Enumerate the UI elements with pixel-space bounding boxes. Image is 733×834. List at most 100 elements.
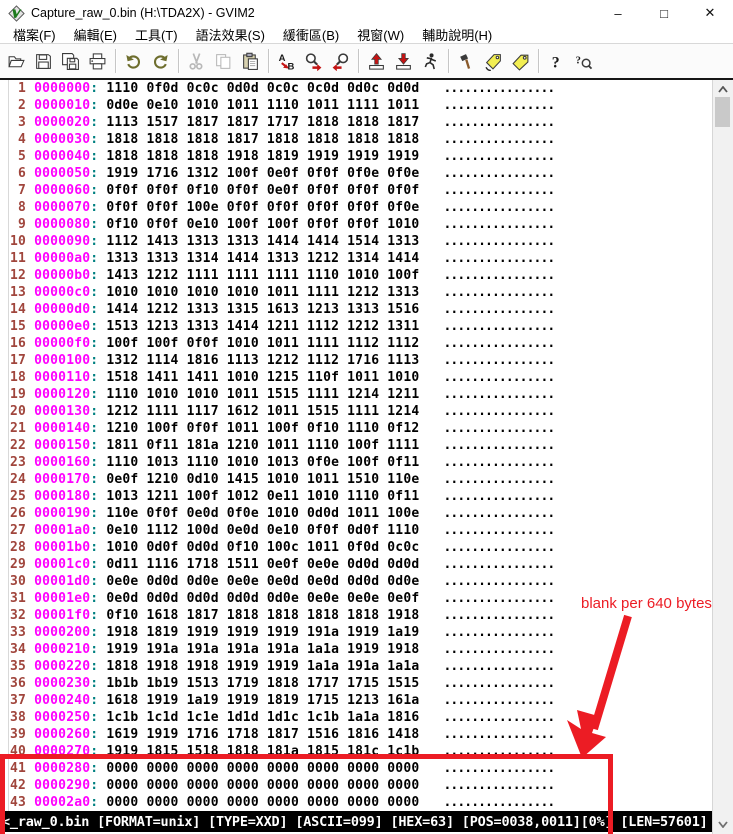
menu-item-0[interactable]: 檔案(F) (4, 25, 65, 44)
toolbar-run-script-button[interactable] (417, 48, 444, 75)
address-separator: : (90, 217, 99, 232)
toolbar-find-prev-button[interactable] (327, 48, 354, 75)
hex-row[interactable]: 10 0000090: 1112 1413 1313 1313 1414 141… (0, 233, 712, 250)
address-separator: : (90, 489, 99, 504)
maximize-button[interactable]: □ (641, 0, 687, 26)
toolbar-help-button[interactable]: ? (543, 48, 570, 75)
toolbar-build-tags-button[interactable] (480, 48, 507, 75)
run-script-icon (424, 52, 437, 69)
hex-row[interactable]: 2 0000010: 0d0e 0e10 1010 1011 1110 1011… (0, 97, 712, 114)
hex-bytes: 0000 0000 0000 0000 0000 0000 0000 0000 (106, 761, 420, 776)
address-separator: : (90, 370, 99, 385)
hex-row[interactable]: 35 0000220: 1818 1918 1918 1919 1919 1a1… (0, 658, 712, 675)
toolbar-save-button[interactable] (30, 48, 57, 75)
hex-row[interactable]: 42 0000290: 0000 0000 0000 0000 0000 000… (0, 777, 712, 794)
menu-item-3[interactable]: 語法效果(S) (187, 25, 274, 44)
scroll-up-icon[interactable] (713, 82, 733, 96)
address-separator: : (90, 455, 99, 470)
toolbar-make-button[interactable] (453, 48, 480, 75)
hex-row[interactable]: 7 0000060: 0f0f 0f0f 0f10 0f0f 0e0f 0f0f… (0, 182, 712, 199)
menu-item-1[interactable]: 編輯(E) (65, 25, 126, 44)
toolbar-undo-button[interactable] (120, 48, 147, 75)
open-icon (8, 55, 25, 67)
hex-bytes: 1312 1114 1816 1113 1212 1112 1716 1113 (106, 353, 420, 368)
toolbar-save-all-button[interactable] (57, 48, 84, 75)
scrollbar-thumb[interactable] (715, 97, 730, 127)
hex-row[interactable]: 9 0000080: 0f10 0f0f 0e10 100f 100f 0f0f… (0, 216, 712, 233)
menu-item-2[interactable]: 工具(T) (126, 25, 187, 44)
ascii-column: ................ (443, 727, 555, 742)
hex-row[interactable]: 6 0000050: 1919 1716 1312 100f 0e0f 0f0f… (0, 165, 712, 182)
line-number: 3 (10, 115, 27, 130)
find-next-icon (305, 52, 322, 71)
hex-row[interactable]: 33 0000200: 1918 1819 1919 1919 1919 191… (0, 624, 712, 641)
hex-row[interactable]: 8 0000070: 0f0f 0f0f 100e 0f0f 0f0f 0f0f… (0, 199, 712, 216)
toolbar-print-button[interactable] (84, 48, 111, 75)
scroll-down-icon[interactable] (713, 817, 733, 831)
hex-row[interactable]: 39 0000260: 1619 1919 1716 1718 1817 151… (0, 726, 712, 743)
hex-row[interactable]: 11 00000a0: 1313 1313 1314 1414 1313 121… (0, 250, 712, 267)
hex-row[interactable]: 20 0000130: 1212 1111 1117 1612 1011 151… (0, 403, 712, 420)
hex-dump-area[interactable]: 1 0000000: 1110 0f0d 0c0c 0d0d 0c0c 0c0d… (0, 80, 712, 811)
vertical-scrollbar[interactable] (712, 80, 733, 834)
hex-row[interactable]: 36 0000230: 1b1b 1b19 1513 1719 1818 171… (0, 675, 712, 692)
hex-row[interactable]: 22 0000150: 1811 0f11 181a 1210 1011 111… (0, 437, 712, 454)
toolbar-open-button[interactable] (3, 48, 30, 75)
hex-row[interactable]: 23 0000160: 1110 1013 1110 1010 1013 0f0… (0, 454, 712, 471)
hex-row[interactable]: 28 00001b0: 1010 0d0f 0d0d 0f10 100c 101… (0, 539, 712, 556)
hex-row[interactable]: 27 00001a0: 0e10 1112 100d 0e0d 0e10 0f0… (0, 522, 712, 539)
hex-row[interactable]: 21 0000140: 1210 100f 0f0f 1011 100f 0f1… (0, 420, 712, 437)
hex-row[interactable]: 4 0000030: 1818 1818 1818 1817 1818 1818… (0, 131, 712, 148)
hex-row[interactable]: 14 00000d0: 1414 1212 1313 1315 1613 121… (0, 301, 712, 318)
hex-row[interactable]: 16 00000f0: 100f 100f 0f0f 1010 1011 111… (0, 335, 712, 352)
toolbar-find-help-button[interactable]: ? (570, 48, 597, 75)
hex-row[interactable]: 37 0000240: 1618 1919 1a19 1919 1819 171… (0, 692, 712, 709)
hex-row[interactable]: 3 0000020: 1113 1517 1817 1817 1717 1818… (0, 114, 712, 131)
hex-row[interactable]: 5 0000040: 1818 1818 1818 1918 1819 1919… (0, 148, 712, 165)
hex-bytes: 1313 1313 1314 1414 1313 1212 1314 1414 (106, 251, 420, 266)
menu-item-6[interactable]: 輔助說明(H) (413, 25, 501, 44)
toolbar-find-replace-button[interactable]: AB (273, 48, 300, 75)
hex-row[interactable]: 1 0000000: 1110 0f0d 0c0c 0d0d 0c0c 0c0d… (0, 80, 712, 97)
hex-bytes: 1919 1815 1518 1818 181a 1815 181c 1c1b (106, 744, 420, 759)
toolbar-tag-jump-button[interactable] (507, 48, 534, 75)
toolbar-find-next-button[interactable] (300, 48, 327, 75)
toolbar-paste-button[interactable] (237, 48, 264, 75)
hex-bytes: 0e0f 1210 0d10 1415 1010 1011 1510 110e (106, 472, 420, 487)
hex-bytes: 0000 0000 0000 0000 0000 0000 0000 0000 (106, 778, 420, 793)
toolbar: A B?? (0, 43, 733, 78)
find-replace-icon: AB (279, 52, 295, 70)
hex-row[interactable]: 30 00001d0: 0e0e 0d0d 0d0e 0e0e 0e0d 0e0… (0, 573, 712, 590)
hex-row[interactable]: 18 0000110: 1518 1411 1411 1010 1215 110… (0, 369, 712, 386)
hex-row[interactable]: 15 00000e0: 1513 1213 1313 1414 1211 111… (0, 318, 712, 335)
hex-row[interactable]: 25 0000180: 1013 1211 100f 1012 0e11 101… (0, 488, 712, 505)
menu-item-4[interactable]: 緩衝區(B) (274, 25, 348, 44)
hex-row[interactable]: 24 0000170: 0e0f 1210 0d10 1415 1010 101… (0, 471, 712, 488)
ascii-column: ................ (443, 642, 555, 657)
toolbar-copy-button[interactable] (210, 48, 237, 75)
hex-row[interactable]: 38 0000250: 1c1b 1c1d 1c1e 1d1d 1d1c 1c1… (0, 709, 712, 726)
hex-row[interactable]: 40 0000270: 1919 1815 1518 1818 181a 181… (0, 743, 712, 760)
toolbar-cut-button[interactable] (183, 48, 210, 75)
toolbar-redo-button[interactable] (147, 48, 174, 75)
hex-row[interactable]: 17 0000100: 1312 1114 1816 1113 1212 111… (0, 352, 712, 369)
address-separator: : (90, 625, 99, 640)
close-button[interactable]: ✕ (687, 0, 733, 26)
hex-row[interactable]: 13 00000c0: 1010 1010 1010 1010 1011 111… (0, 284, 712, 301)
hex-row[interactable]: 12 00000b0: 1413 1212 1111 1111 1111 111… (0, 267, 712, 284)
address-separator: : (90, 744, 99, 759)
toolbar-save-session-button[interactable] (390, 48, 417, 75)
menu-item-5[interactable]: 視窗(W) (348, 25, 413, 44)
hex-row[interactable]: 34 0000210: 1919 191a 191a 191a 191a 1a1… (0, 641, 712, 658)
minimize-button[interactable]: – (595, 0, 641, 26)
hex-row[interactable]: 29 00001c0: 0d11 1116 1718 1511 0e0f 0e0… (0, 556, 712, 573)
hex-row[interactable]: 41 0000280: 0000 0000 0000 0000 0000 000… (0, 760, 712, 777)
toolbar-load-session-button[interactable] (363, 48, 390, 75)
load-session-icon (369, 52, 384, 70)
hex-row[interactable]: 19 0000120: 1110 1010 1010 1011 1515 111… (0, 386, 712, 403)
address-separator: : (90, 166, 99, 181)
hex-row[interactable]: 43 00002a0: 0000 0000 0000 0000 0000 000… (0, 794, 712, 811)
ascii-column: ................ (443, 421, 555, 436)
save-session-icon (396, 52, 411, 70)
hex-row[interactable]: 26 0000190: 110e 0f0f 0e0d 0f0e 1010 0d0… (0, 505, 712, 522)
